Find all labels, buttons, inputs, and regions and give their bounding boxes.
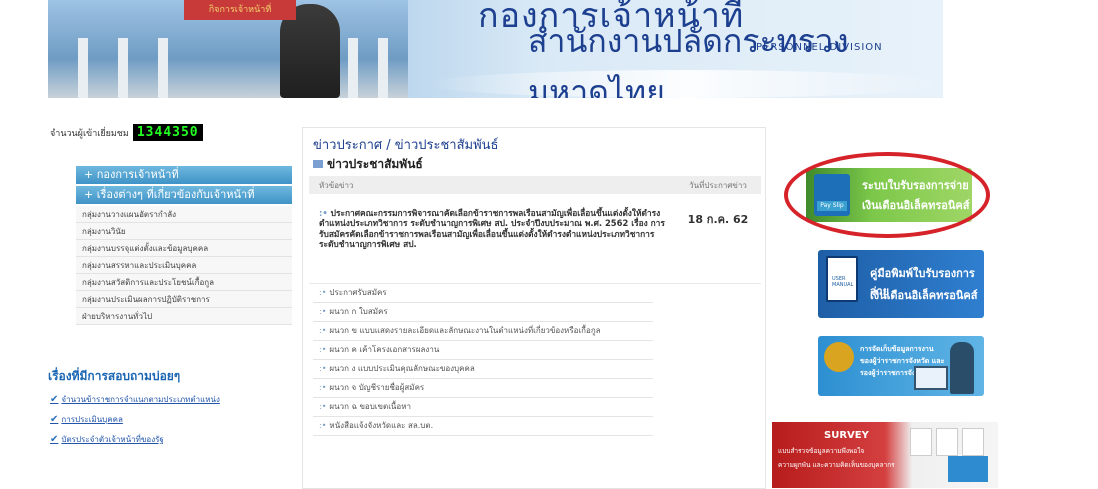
document-icon [910,428,932,456]
visitor-counter: จำนวนผู้เข้าเยี่ยมชม 1344350 [50,124,203,141]
header-banner: กิจการเจ้าหน้าที่ กองการเจ้าหน้าที่ สำนั… [48,0,943,98]
news-panel: ข่าวประกาศ / ข่าวประชาสัมพันธ์ ข่าวประชา… [302,127,766,489]
check-icon: ✔ [50,434,59,445]
seal-icon [824,342,854,372]
bullet-icon: :• [319,326,327,335]
faq-link[interactable]: ✔ จำนวนข้าราชการจำแนกตามประเภทตำแหน่ง [48,393,298,406]
check-icon: ✔ [50,394,59,405]
chart-icon [948,456,988,482]
news-item[interactable]: :• ผนวก ก ใบสมัคร [313,303,653,322]
news-title[interactable]: ข่าวประกาศ / ข่าวประชาสัมพันธ์ [303,128,765,155]
news-main-text: :• ประกาศคณะกรรมการพิจารณาคัดเลือกข้าราช… [319,208,665,250]
news-item[interactable]: :• ประกาศรับสมัคร [313,284,653,303]
col-topic: หัวข้อข่าว [319,180,354,190]
page: กิจการเจ้าหน้าที่ กองการเจ้าหน้าที่ สำนั… [0,0,1098,489]
header-logo: กิจการเจ้าหน้าที่ [184,0,296,20]
sidebar-item[interactable]: กลุ่มงานวินัย [76,223,292,240]
sidebar-item[interactable]: กลุ่มงานสวัสดิการและประโยชน์เกื้อกูล [76,274,292,291]
site-subtitle: สำนักงานปลัดกระทรวงมหาดไทย [528,22,849,98]
highlight-circle [784,152,990,238]
survey-title: SURVEY [824,430,869,441]
news-item[interactable]: :• ผนวก จ บัญชีรายชื่อผู้สมัคร [313,379,653,398]
faq-heading: เรื่องที่มีการสอบถามบ่อยๆ [48,369,181,383]
document-icon [936,428,958,456]
bullet-icon: :• [319,307,327,316]
sidebar-item[interactable]: กลุ่มงานประเมินผลการปฏิบัติราชการ [76,291,292,308]
news-subtitle: ข่าวประชาสัมพันธ์ [303,155,765,174]
news-item[interactable]: :• ผนวก ง แบบประเมินคุณลักษณะของบุคคล [313,360,653,379]
person-icon [950,342,974,394]
manual-book-icon: USER MANUAL [826,256,858,302]
governor-data-banner[interactable]: การจัดเก็บข้อมูลการงาน ของผู้ว่าราชการจั… [818,336,984,396]
bullet-icon: :• [319,345,327,354]
check-icon: ✔ [50,414,59,425]
sidebar-item[interactable]: กลุ่มงานบรรจุแต่งตั้งและข้อมูลบุคคล [76,240,292,257]
sidebar-item[interactable]: ฝ่ายบริหารงานทั่วไป [76,308,292,325]
news-main-date: 18 ก.ค. 62 [687,213,749,226]
visitor-count: 1344350 [132,124,203,141]
news-item[interactable]: :• ผนวก ค เค้าโครงเอกสารผลงาน [313,341,653,360]
news-item[interactable]: :• ผนวก ฉ ขอบเขตเนื้อหา [313,398,653,417]
bullet-icon: :• [319,383,327,392]
manual-banner[interactable]: USER MANUAL คู่มือพิมพ์ใบรับรองการจ่าย เ… [818,250,984,318]
news-main-row[interactable]: :• ประกาศคณะกรรมการพิจารณาคัดเลือกข้าราช… [309,200,761,284]
bullet-icon: :• [319,402,327,411]
document-icon [962,428,984,456]
faq-link[interactable]: ✔ บัตรประจำตัวเจ้าหน้าที่ของรัฐ [48,433,298,446]
visitor-label: จำนวนผู้เข้าเยี่ยมชม [50,128,129,139]
monitor-icon [914,366,948,390]
bullet-icon: :• [319,288,327,297]
site-title-english: PERSONNEL DIVISION [756,42,883,53]
faq-section: เรื่องที่มีการสอบถามบ่อยๆ ✔ จำนวนข้าราชกา… [48,367,298,446]
bullet-icon: :• [319,364,327,373]
sidebar-item[interactable]: กลุ่มงานสรรหาและประเมินบุคคล [76,257,292,274]
bullet-icon: :• [319,421,327,430]
survey-banner[interactable]: SURVEY แบบสำรวจข้อมูลความพึงพอใจ ความผูก… [772,422,998,488]
bullet-icon: :• [319,208,328,218]
sidebar-menu: + กองการเจ้าหน้าที่ + เรื่องต่างๆ ที่เกี… [76,166,292,325]
sidebar-item[interactable]: กลุ่มงานวางแผนอัตรากำลัง [76,206,292,223]
col-date: วันที่ประกาศข่าว [689,180,747,190]
news-item[interactable]: :• หนังสือแจ้งจังหวัดและ สล.บต. [313,417,653,436]
faq-link[interactable]: ✔ การประเมินบุคคล [48,413,298,426]
sidebar-section-personnel[interactable]: + กองการเจ้าหน้าที่ [76,166,292,184]
square-icon [313,160,323,168]
news-item[interactable]: :• ผนวก ข แบบแสดงรายละเอียดและลักษณะงานใน… [313,322,653,341]
sidebar-section-related[interactable]: + เรื่องต่างๆ ที่เกี่ยวข้องกับเจ้าหน้าที… [76,186,292,204]
news-table-header: หัวข้อข่าว วันที่ประกาศข่าว [309,176,761,194]
